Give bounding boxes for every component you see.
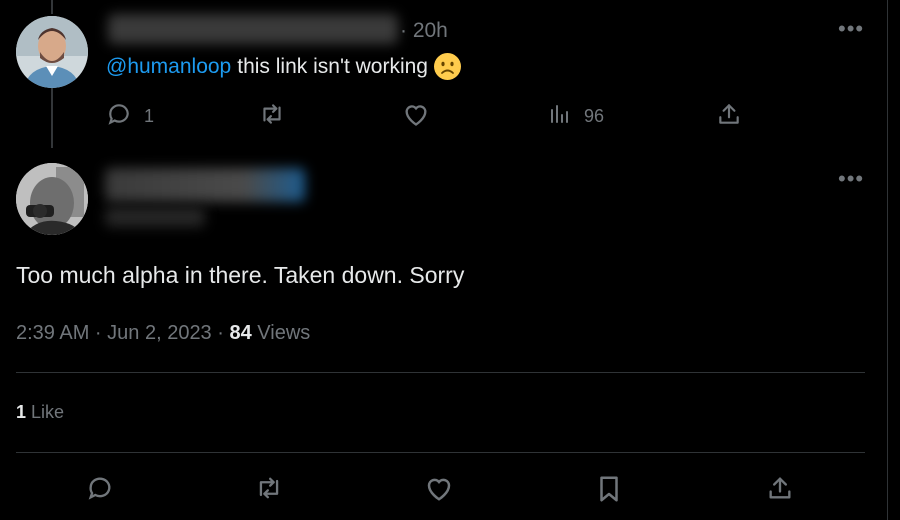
likes-count: 1 [16, 402, 27, 422]
author-handle-blurred [105, 207, 205, 227]
avatar[interactable] [16, 16, 88, 88]
share-icon [716, 101, 742, 132]
comment-icon [106, 101, 132, 132]
avatar[interactable] [16, 163, 88, 235]
tweet-meta: 2:39 AM · Jun 2, 2023 · 84 Views [16, 322, 310, 345]
reply-text: @humanloop this link isn't working [106, 53, 461, 80]
tweet-timestamp[interactable]: 2:39 AM · Jun 2, 2023 · [16, 322, 229, 344]
author-name-blurred [108, 14, 398, 44]
more-options-icon[interactable]: ••• [838, 18, 864, 40]
thread-connector-top [51, 0, 53, 14]
slightly-frowning-face-icon [433, 53, 461, 80]
share-button[interactable] [766, 474, 794, 507]
tweet-text: Too much alpha in there. Taken down. Sor… [16, 262, 465, 288]
heart-icon [424, 474, 454, 507]
column-border [887, 0, 888, 520]
share-icon [766, 474, 794, 507]
likes-label: Like [26, 402, 65, 422]
comment-icon [86, 474, 114, 507]
likes-summary[interactable]: 1 Like [16, 402, 64, 423]
reply-button[interactable]: 1 [106, 101, 154, 132]
heart-icon [402, 101, 430, 132]
views-button[interactable]: 96 [548, 101, 604, 132]
reply-count: 1 [144, 106, 155, 126]
author-name-blurred [105, 168, 305, 202]
views-count: 84 [229, 322, 252, 344]
bookmark-button[interactable] [596, 474, 622, 509]
repost-icon [258, 101, 286, 132]
like-button[interactable] [424, 474, 454, 507]
thread-connector [51, 88, 53, 148]
repost-button[interactable] [258, 101, 286, 132]
views-count: 96 [584, 106, 605, 126]
like-button[interactable] [402, 101, 430, 132]
reply-time: · 20h [400, 19, 448, 42]
more-options-icon[interactable]: ••• [838, 168, 864, 190]
divider [16, 372, 865, 373]
views-label: Views [251, 322, 311, 344]
mention-link[interactable]: @humanloop [106, 55, 231, 79]
bookmark-icon [596, 474, 622, 509]
reply-button[interactable] [86, 474, 114, 507]
views-chart-icon [548, 101, 572, 132]
share-button[interactable] [716, 101, 742, 132]
divider [16, 452, 865, 453]
reply-body: this link isn't working [237, 54, 428, 78]
repost-button[interactable] [254, 474, 284, 507]
repost-icon [254, 474, 284, 507]
